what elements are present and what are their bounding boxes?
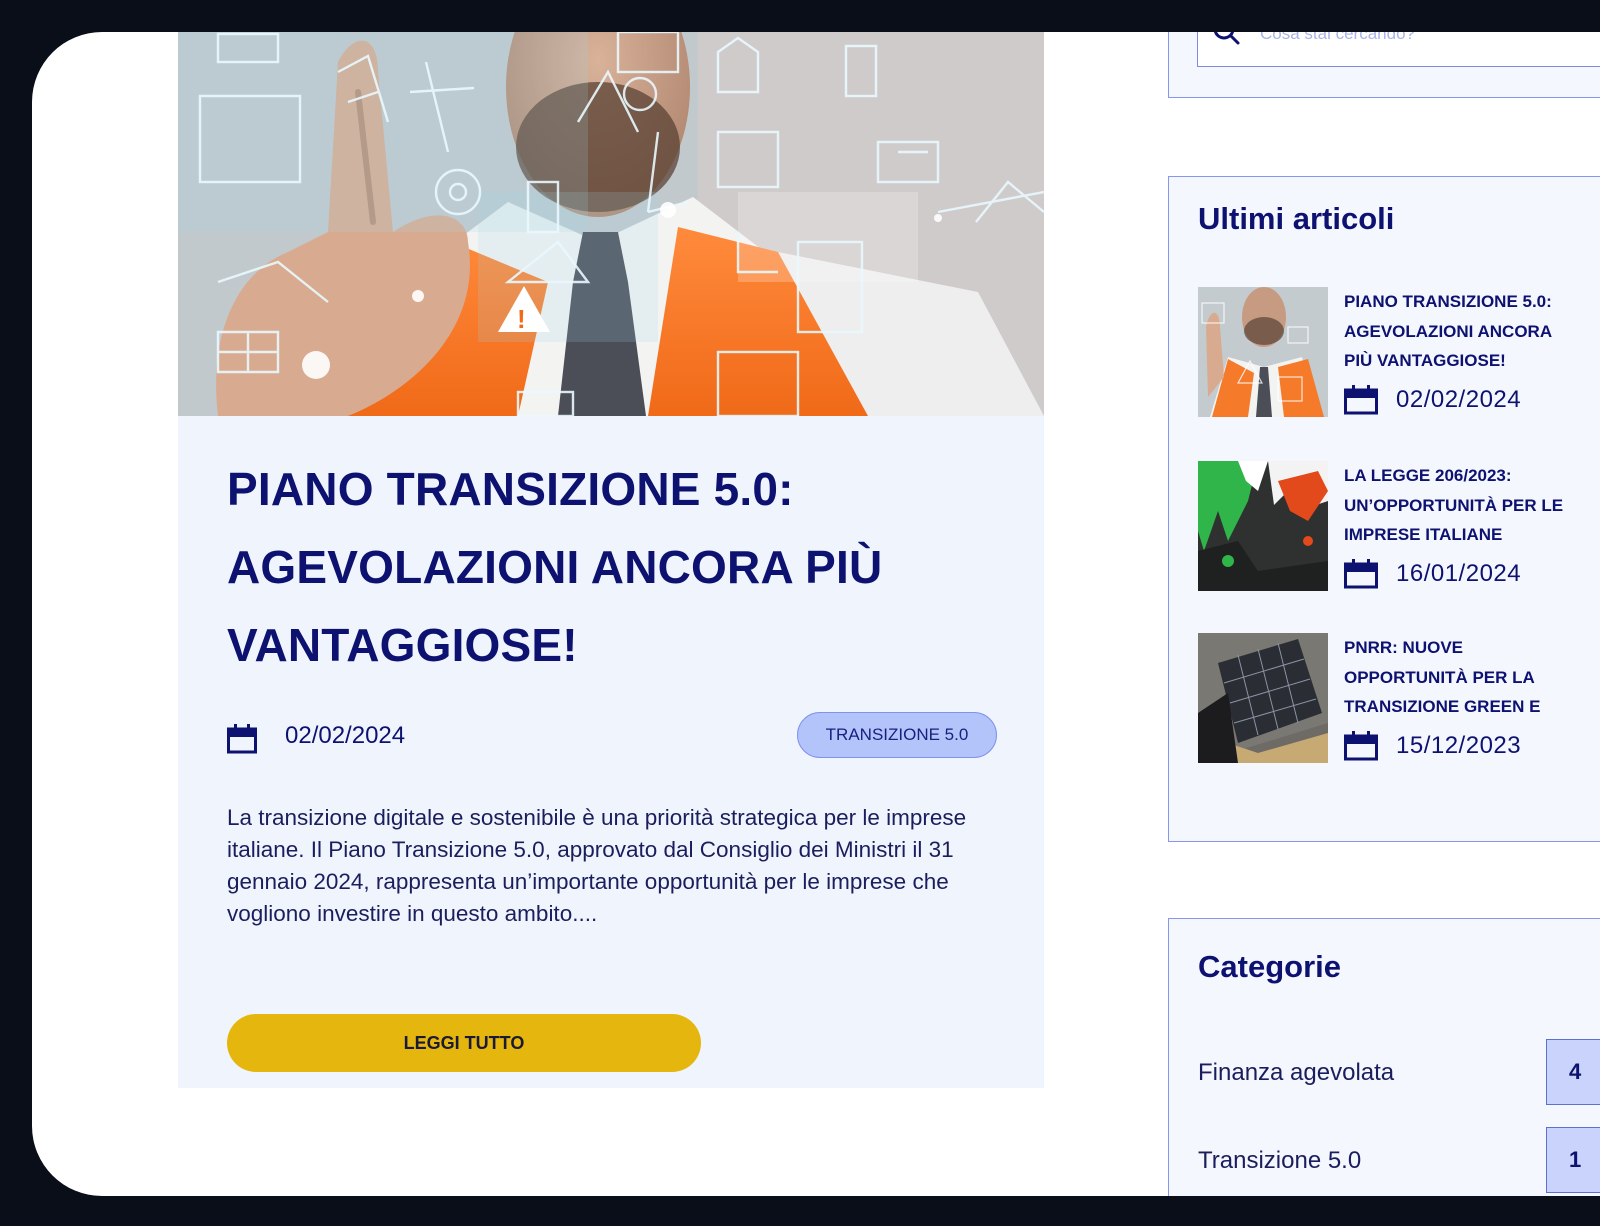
search-input[interactable] (1258, 32, 1582, 45)
calendar-icon (227, 724, 257, 754)
article-card: ! PIANO TRANSIZIONE 5.0: AGEVOLAZIONI AN… (178, 32, 1044, 1088)
read-more-button[interactable]: LEGGI TUTTO (227, 1014, 701, 1072)
category-item-finanza-agevolata[interactable]: Finanza agevolata 4 (1198, 1039, 1600, 1105)
svg-text:!: ! (517, 304, 526, 334)
recent-article-title[interactable]: LA LEGGE 206/2023: UN’OPPORTUNITÀ PER LE… (1344, 461, 1600, 550)
recent-article-thumbnail[interactable] (1198, 287, 1328, 417)
category-label[interactable]: Transizione 5.0 (1198, 1147, 1361, 1175)
calendar-icon (1344, 731, 1378, 761)
recent-articles-heading: Ultimi articoli (1198, 201, 1395, 236)
article-meta: 02/02/2024 TRANSIZIONE 5.0 (227, 712, 997, 762)
article-date: 02/02/2024 (285, 722, 406, 749)
category-tag[interactable]: TRANSIZIONE 5.0 (797, 712, 997, 758)
recent-article-date-row: 02/02/2024 (1344, 383, 1600, 415)
recent-article-date-row: 16/01/2024 (1344, 557, 1600, 589)
category-item-transizione-5-0[interactable]: Transizione 5.0 1 (1198, 1127, 1600, 1193)
article-title-line-2[interactable]: AGEVOLAZIONI ANCORA PIÙ (227, 541, 882, 593)
categories-widget: Categorie Finanza agevolata 4 Transizion… (1168, 918, 1600, 1196)
recent-article-thumbnail[interactable] (1198, 633, 1328, 763)
recent-article-date: 16/01/2024 (1396, 560, 1522, 587)
recent-article-title[interactable]: PNRR: NUOVE OPPORTUNITÀ PER LA TRANSIZIO… (1344, 633, 1600, 722)
recent-article-date: 15/12/2023 (1396, 732, 1522, 759)
search-field[interactable] (1197, 32, 1600, 67)
recent-articles-widget: Ultimi articoli PIANO TRANSIZIONE 5.0: A… (1168, 176, 1600, 842)
article-hero-image[interactable]: ! (178, 32, 1044, 416)
article-title-line-1[interactable]: PIANO TRANSIZIONE 5.0: (227, 463, 794, 515)
recent-article-thumbnail[interactable] (1198, 461, 1328, 591)
article-excerpt: La transizione digitale e sostenibile è … (227, 805, 967, 926)
recent-article-date-row: 15/12/2023 (1344, 729, 1600, 761)
category-count: 1 (1546, 1127, 1600, 1193)
article-title[interactable]: PIANO TRANSIZIONE 5.0: AGEVOLAZIONI ANCO… (227, 450, 1007, 684)
calendar-icon (1344, 559, 1378, 589)
category-count: 4 (1546, 1039, 1600, 1105)
category-label[interactable]: Finanza agevolata (1198, 1059, 1394, 1087)
hero-illustration: ! (178, 32, 1044, 416)
calendar-icon (1344, 385, 1378, 415)
categories-heading: Categorie (1198, 949, 1341, 984)
article-title-line-3[interactable]: VANTAGGIOSE! (227, 619, 578, 671)
search-widget (1168, 32, 1600, 98)
recent-article-title[interactable]: PIANO TRANSIZIONE 5.0: AGEVOLAZIONI ANCO… (1344, 287, 1600, 376)
recent-article-date: 02/02/2024 (1396, 386, 1522, 413)
search-icon[interactable] (1212, 32, 1240, 45)
device-screen: ! PIANO TRANSIZIONE 5.0: AGEVOLAZIONI AN… (32, 32, 1600, 1196)
article-body: PIANO TRANSIZIONE 5.0: AGEVOLAZIONI ANCO… (227, 450, 1007, 1072)
